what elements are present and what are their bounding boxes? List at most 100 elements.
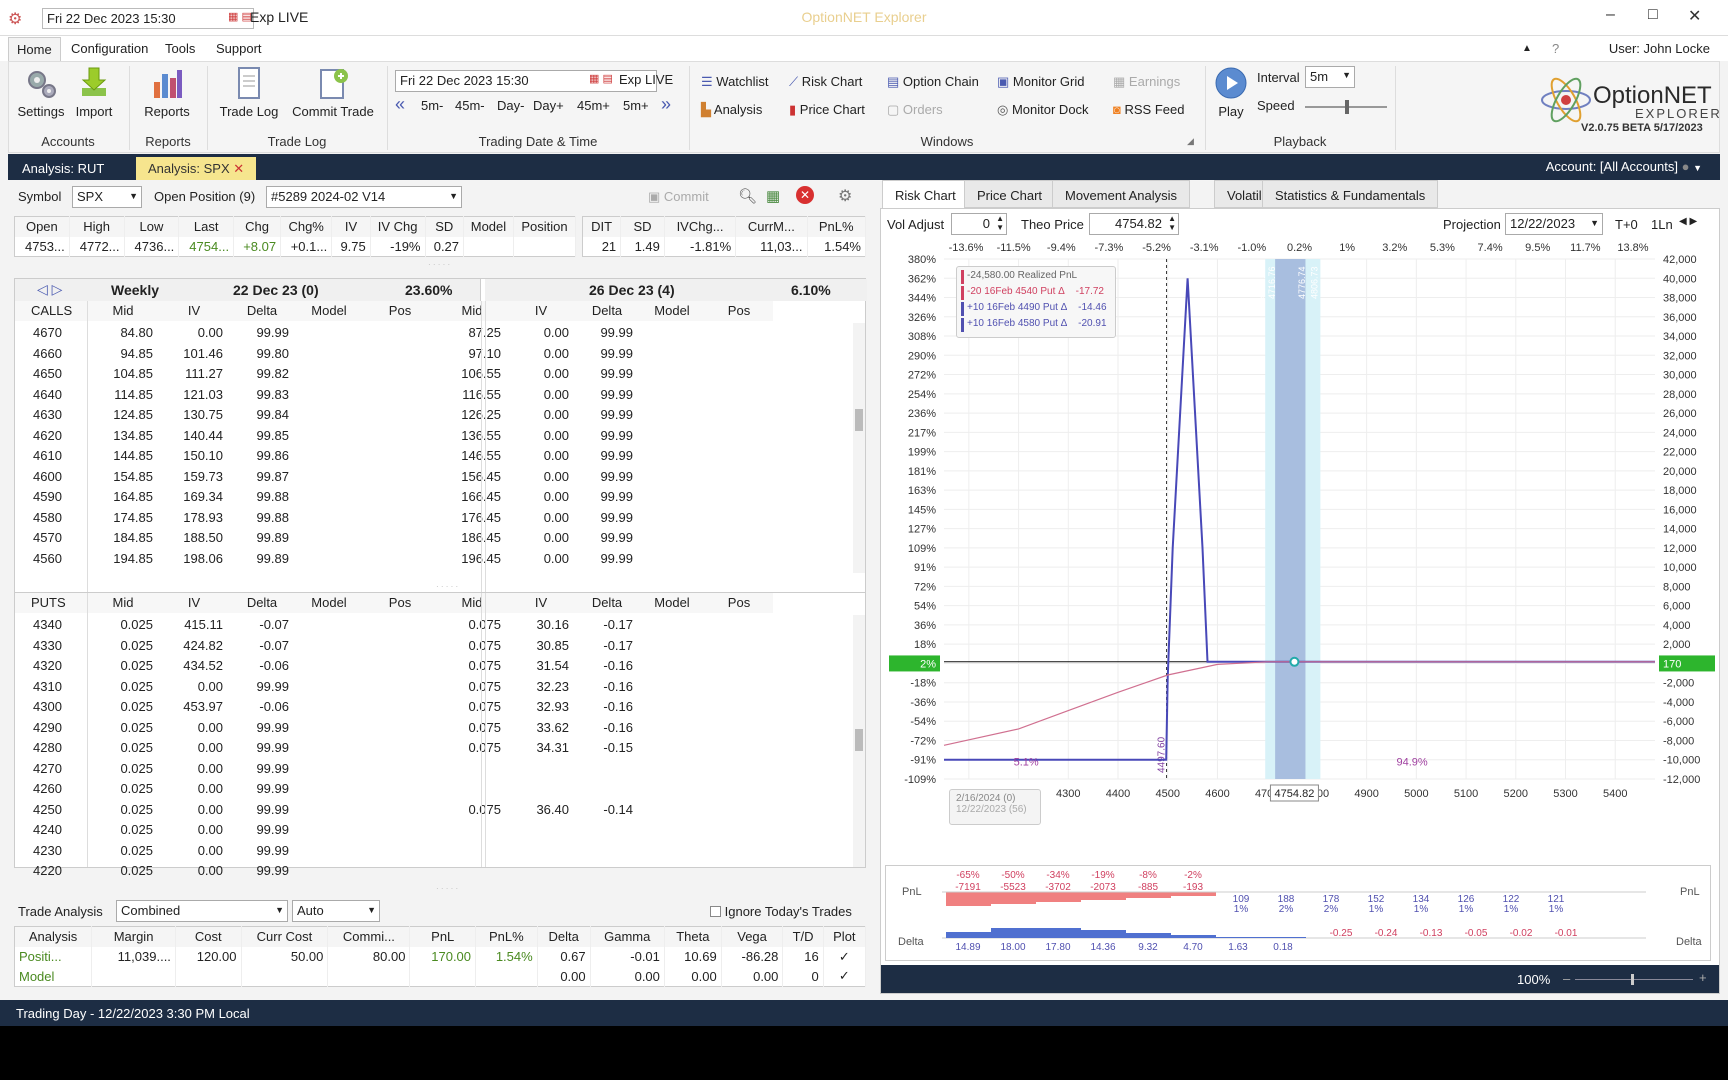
splitter-handle[interactable]: · · · · · [436,582,458,591]
trade-analysis-row-model[interactable]: Model 0.00 0.00 0.00 0.00 0 ✓ [14,966,867,987]
call-cell[interactable]: 0.00 [507,405,575,425]
call-cell[interactable]: 104.85 [87,364,159,384]
call-cell[interactable]: 99.87 [229,467,295,487]
splitter-handle[interactable]: · · · · · [436,884,458,893]
menu-configuration[interactable]: Configuration [71,41,148,56]
call-cell[interactable]: 99.89 [229,528,295,548]
call-cell[interactable]: 0.00 [507,508,575,528]
call-cell[interactable]: 0.00 [507,528,575,548]
put-cell[interactable]: 0.025 [87,800,159,820]
put-cell[interactable]: 0.00 [159,779,229,799]
play-button[interactable]: Play [1209,66,1253,119]
put-cell[interactable]: 99.99 [229,759,295,779]
call-cell[interactable]: 99.88 [229,487,295,507]
call-cell[interactable]: 144.85 [87,446,159,466]
call-cell[interactable]: 188.50 [159,528,229,548]
call-cell[interactable]: 99.99 [575,446,639,466]
projection-date-select[interactable]: 12/22/2023 ▼ [1505,213,1603,235]
put-cell[interactable]: 0.00 [159,861,229,881]
put-cell[interactable]: 36.40 [507,800,575,820]
account-selector[interactable]: Account: [All Accounts] ● ▼ [1546,159,1702,174]
call-cell[interactable]: 0.00 [507,385,575,405]
put-cell[interactable] [575,861,639,881]
put-cell[interactable]: 0.00 [159,718,229,738]
call-cell[interactable]: 134.85 [87,426,159,446]
earnings-button[interactable]: ▦ Earnings [1113,74,1180,90]
monitor-grid-button[interactable]: ▣ Monitor Grid [997,74,1084,90]
call-col-header[interactable]: Model [295,301,363,321]
calls-scrollbar[interactable] [853,323,865,573]
call-cell[interactable]: 99.82 [229,364,295,384]
risk-chart-button[interactable]: ⟋ Risk Chart [789,74,862,90]
position-select[interactable]: #5289 2024-02 V14 ▼ [266,186,462,208]
call-cell[interactable]: 99.99 [575,467,639,487]
zoom-out-icon[interactable]: – [1563,971,1570,986]
put-cell[interactable]: 30.85 [507,636,575,656]
call-cell[interactable]: 198.06 [159,549,229,569]
call-cell[interactable]: 87.25 [437,323,507,343]
put-cell[interactable]: 0.00 [159,677,229,697]
call-cell[interactable]: 136.55 [437,426,507,446]
tab-movement-analysis[interactable]: Movement Analysis [1052,180,1190,208]
call-cell[interactable]: 4600 [15,467,87,487]
put-col-header[interactable]: PUTS [15,593,87,613]
call-cell[interactable]: 4590 [15,487,87,507]
put-cell[interactable]: -0.07 [229,615,295,635]
put-cell[interactable]: 0.025 [87,636,159,656]
put-cell[interactable]: 453.97 [159,697,229,717]
put-cell[interactable]: 4280 [15,738,87,758]
vol-adjust-input[interactable]: 0 ▲ ▼ [951,213,1007,235]
put-cell[interactable] [507,759,575,779]
put-cell[interactable]: 4310 [15,677,87,697]
speed-slider-thumb[interactable] [1345,100,1349,114]
put-cell[interactable]: 4250 [15,800,87,820]
interval-select[interactable]: 5m ▼ [1305,66,1355,88]
call-cell[interactable]: 99.85 [229,426,295,446]
call-col-header[interactable]: Pos [363,301,437,321]
put-cell[interactable]: -0.06 [229,656,295,676]
help-icon[interactable]: ? [1552,41,1559,56]
put-col-header[interactable]: Delta [229,593,295,613]
put-cell[interactable]: 424.82 [159,636,229,656]
put-cell[interactable]: -0.14 [575,800,639,820]
put-cell[interactable]: -0.17 [575,615,639,635]
put-cell[interactable] [437,759,507,779]
put-cell[interactable]: 0.00 [159,820,229,840]
spinner-icon[interactable]: ▲ ▼ [1168,214,1176,232]
put-cell[interactable]: 0.025 [87,718,159,738]
call-cell[interactable]: 99.99 [575,364,639,384]
put-cell[interactable]: 0.025 [87,861,159,881]
put-cell[interactable]: 0.025 [87,656,159,676]
put-cell[interactable]: -0.06 [229,697,295,717]
put-cell[interactable]: -0.07 [229,636,295,656]
zoom-slider[interactable] [1575,974,1693,985]
call-cell[interactable]: 99.99 [575,405,639,425]
monitor-dock-button[interactable]: ◎ Monitor Dock [997,102,1089,118]
tab-analysis-rut[interactable]: Analysis: RUT [10,157,116,180]
put-col-header[interactable]: Mid [87,593,159,613]
call-cell[interactable]: 97.10 [437,344,507,364]
put-cell[interactable]: 30.16 [507,615,575,635]
put-cell[interactable]: 4270 [15,759,87,779]
zoom-in-icon[interactable]: + [1699,970,1707,985]
put-cell[interactable]: 0.075 [437,615,507,635]
put-cell[interactable]: 0.00 [159,800,229,820]
put-cell[interactable]: 4290 [15,718,87,738]
put-cell[interactable]: 33.62 [507,718,575,738]
call-cell[interactable]: 84.80 [87,323,159,343]
step-forward-icon[interactable]: » [661,94,671,115]
put-cell[interactable]: 0.075 [437,697,507,717]
gear-icon[interactable]: ⚙ [838,186,852,206]
call-cell[interactable]: 184.85 [87,528,159,548]
put-cell[interactable] [437,841,507,861]
call-cell[interactable]: 4640 [15,385,87,405]
put-cell[interactable]: 0.075 [437,738,507,758]
call-cell[interactable]: 4560 [15,549,87,569]
put-cell[interactable] [507,841,575,861]
put-cell[interactable]: 4340 [15,615,87,635]
call-cell[interactable]: 186.45 [437,528,507,548]
call-cell[interactable]: 146.55 [437,446,507,466]
scroll-thumb[interactable] [855,409,863,431]
call-cell[interactable]: 99.99 [575,508,639,528]
step-45m-forward-button[interactable]: 45m+ [577,98,610,113]
